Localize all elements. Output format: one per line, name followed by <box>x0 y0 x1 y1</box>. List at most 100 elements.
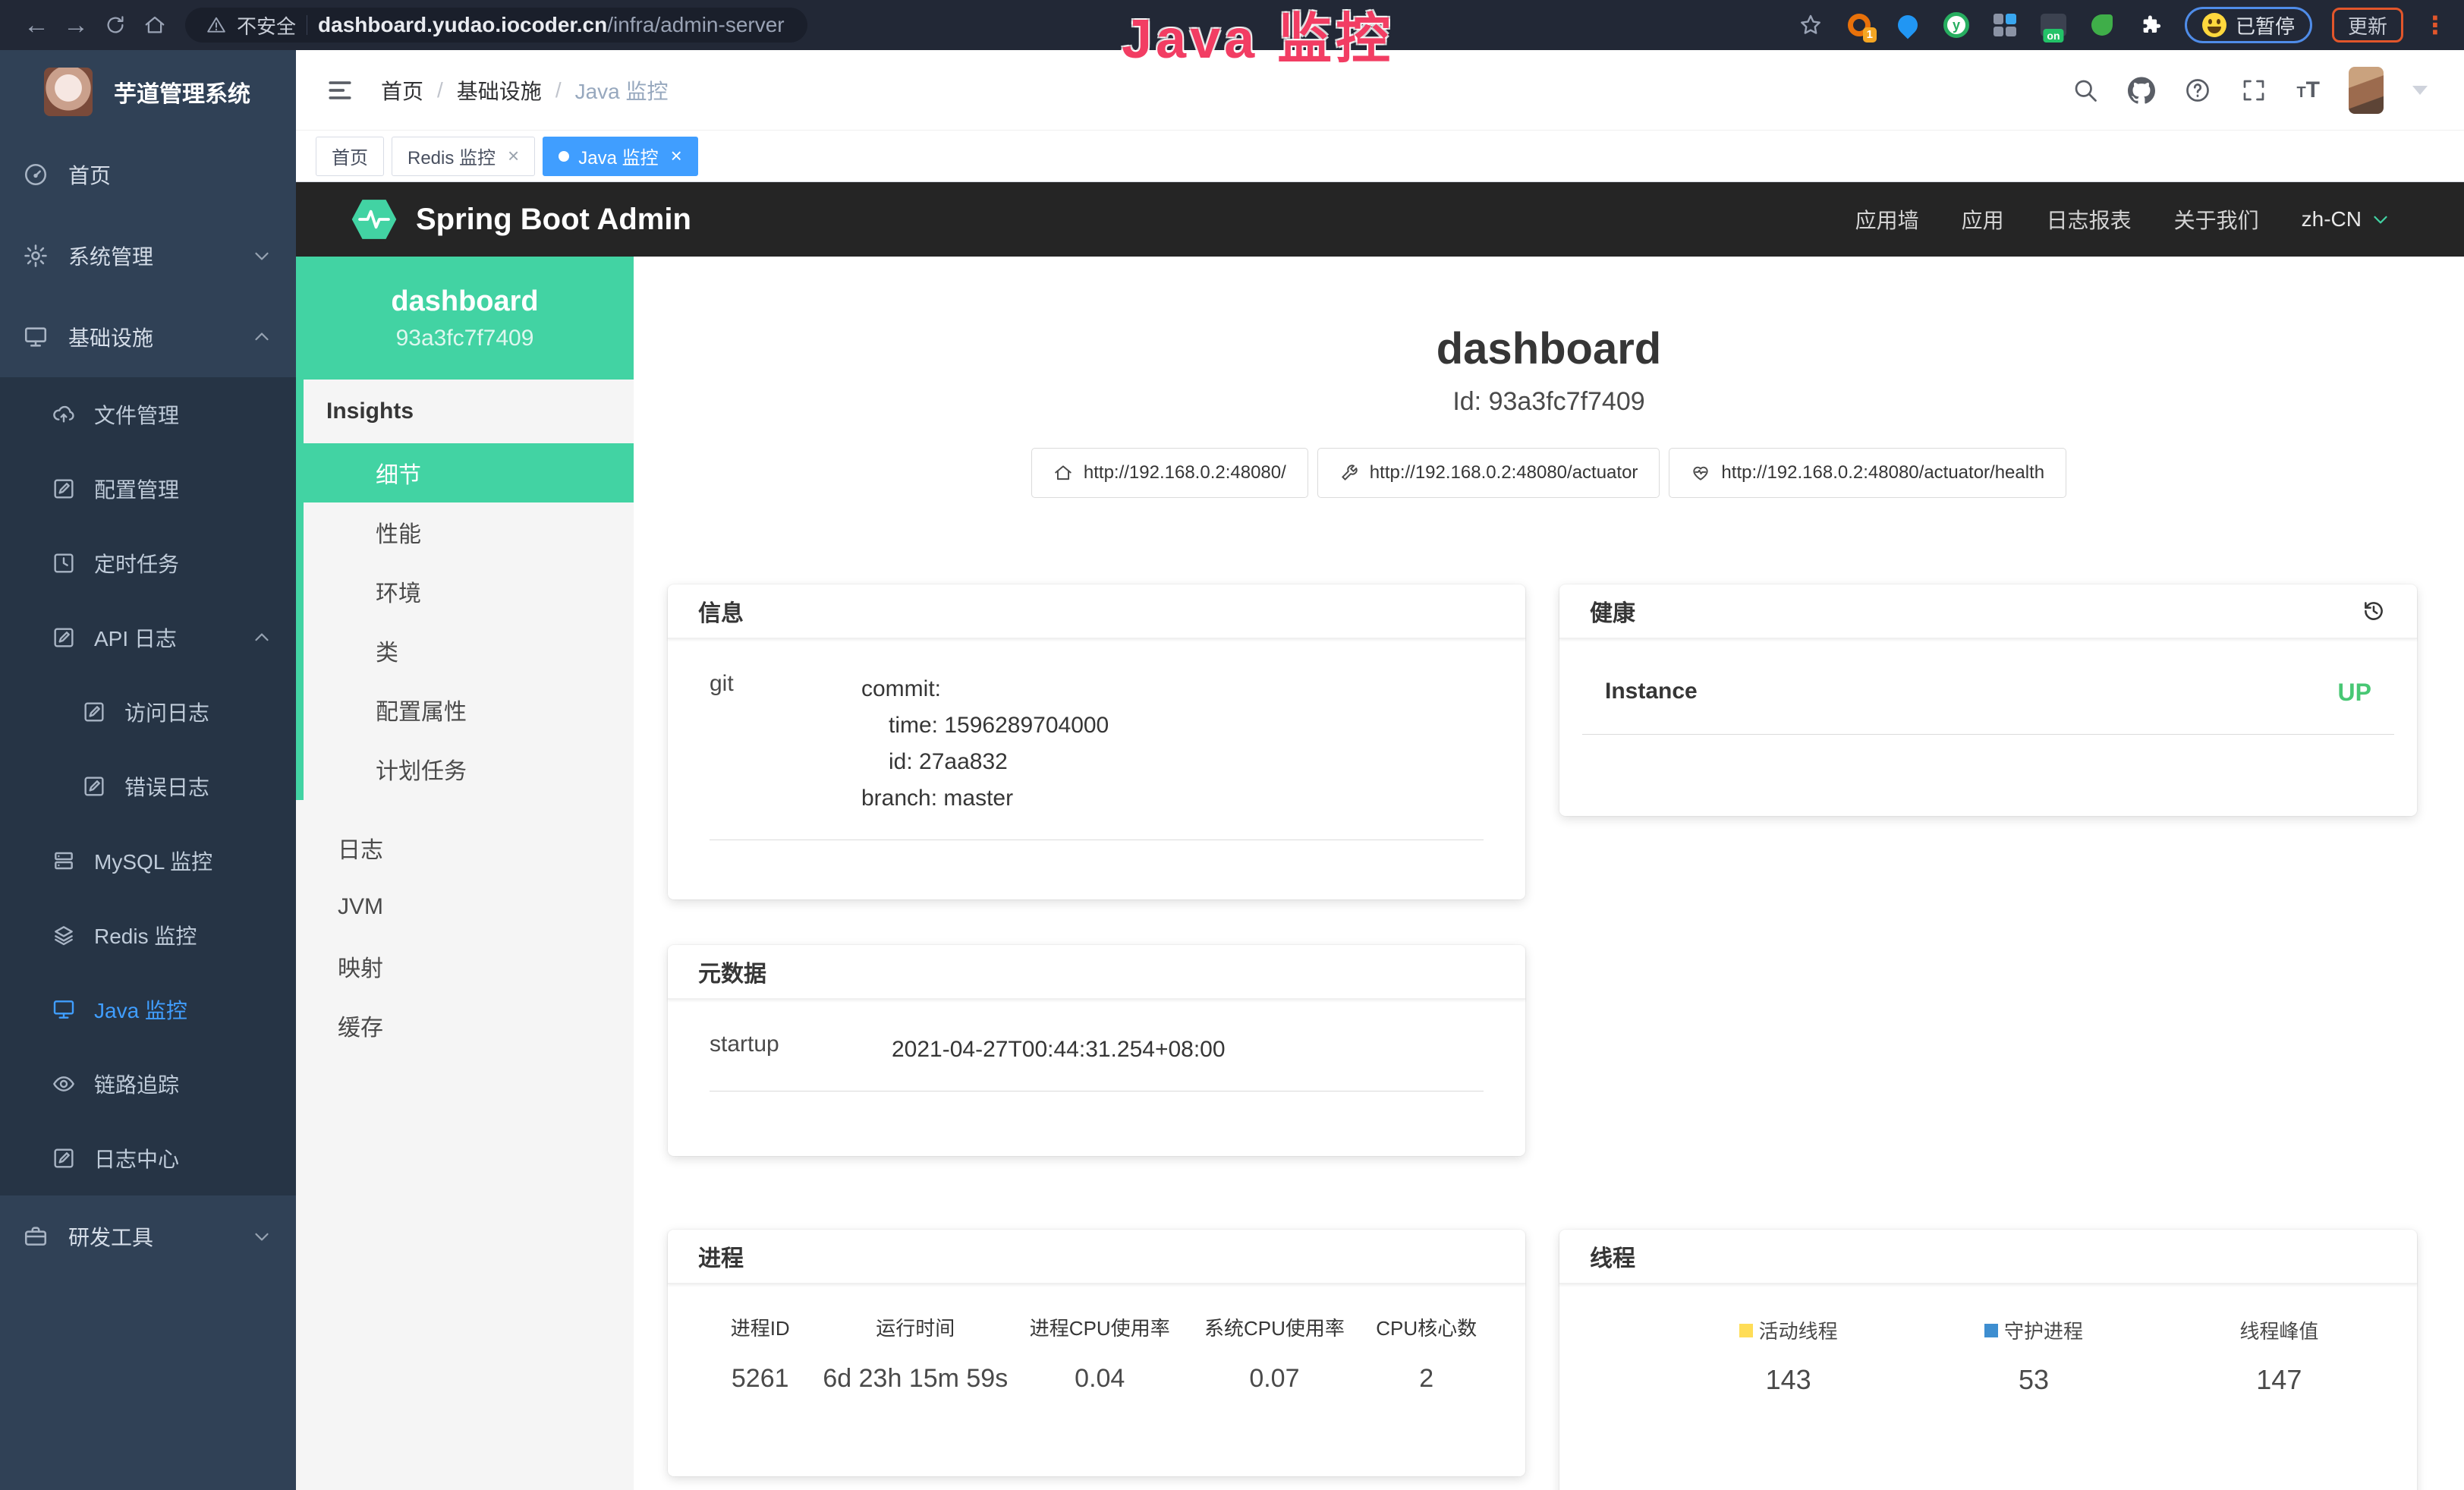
sidebar-item-config-management[interactable]: 配置管理 <box>0 452 296 526</box>
sidebar-item-mysql-monitor[interactable]: MySQL 监控 <box>0 824 296 898</box>
sba-nav-applications[interactable]: 应用 <box>1962 204 2004 235</box>
sba-section-insights: Insights <box>296 380 634 443</box>
sidebar-item-file-management[interactable]: 文件管理 <box>0 377 296 452</box>
sba-item-caches[interactable]: 缓存 <box>296 996 634 1055</box>
browser-reload-button[interactable] <box>96 5 135 45</box>
actuator-url-button[interactable]: http://192.168.0.2:48080/actuator <box>1317 448 1660 498</box>
browser-update-button[interactable]: 更新 <box>2332 8 2403 43</box>
history-icon[interactable] <box>2361 598 2387 624</box>
github-icon[interactable] <box>2128 77 2155 104</box>
browser-forward-button[interactable]: → <box>56 5 96 45</box>
extension-grid-icon[interactable] <box>1990 11 2019 39</box>
browser-back-button[interactable]: ← <box>17 5 56 45</box>
paused-profile-badge[interactable]: 已暂停 <box>2185 7 2312 43</box>
annotation-java-monitor: Java 监控 <box>1122 0 1394 74</box>
sba-item-config-props[interactable]: 配置属性 <box>296 680 634 739</box>
extension-on-switch-icon[interactable]: on <box>2039 11 2068 39</box>
sba-brand-title: Spring Boot Admin <box>416 203 691 237</box>
sba-instance-sidebar: dashboard 93a3fc7f7409 Insights 细节 性能 环境… <box>296 257 634 1490</box>
avatar-caret-down-icon[interactable] <box>2412 86 2428 95</box>
extension-green-y-icon[interactable]: y <box>1942 11 1971 39</box>
sba-locale-select[interactable]: zh-CN <box>2302 207 2392 232</box>
service-url-button[interactable]: http://192.168.0.2:48080/ <box>1031 448 1308 498</box>
extension-leaf-icon[interactable] <box>2088 11 2116 39</box>
edit-icon <box>52 477 76 501</box>
breadcrumb-separator: / <box>555 78 562 102</box>
extensions-puzzle-icon[interactable] <box>2136 11 2165 39</box>
log-edit-icon <box>52 625 76 650</box>
extension-pin-icon[interactable] <box>1893 11 1922 39</box>
sidebar-item-access-logs[interactable]: 访问日志 <box>0 675 296 749</box>
sidebar-item-api-logs[interactable]: API 日志 <box>0 600 296 675</box>
process-card: 进程 进程ID 5261 运行时间 6d 23h 15m 59s 进程CPU使用… <box>668 1230 1525 1476</box>
tab-redis-monitor[interactable]: Redis 监控 × <box>392 137 535 176</box>
sidebar-item-trace[interactable]: 链路追踪 <box>0 1047 296 1121</box>
health-url-button[interactable]: http://192.168.0.2:48080/actuator/health <box>1669 448 2066 498</box>
sba-item-environment[interactable]: 环境 <box>296 562 634 621</box>
sidebar-item-infrastructure[interactable]: 基础设施 <box>0 296 296 377</box>
sba-logo-icon <box>351 198 398 241</box>
tab-close-icon[interactable]: × <box>508 144 519 168</box>
sidebar-item-error-logs[interactable]: 错误日志 <box>0 749 296 824</box>
fullscreen-icon[interactable] <box>2240 77 2267 104</box>
threads-card: 线程 活动线程 143 守护进程 53 线程峰值 147 140 120 100 <box>1559 1230 2417 1490</box>
tab-java-monitor[interactable]: Java 监控 × <box>543 137 698 176</box>
sba-item-scheduled-tasks[interactable]: 计划任务 <box>296 739 634 799</box>
sba-item-jvm[interactable]: JVM <box>296 877 634 937</box>
cloud-upload-icon <box>52 402 76 427</box>
layers-icon <box>52 923 76 947</box>
help-icon[interactable] <box>2184 77 2211 104</box>
sba-nav-about[interactable]: 关于我们 <box>2174 204 2259 235</box>
metric-uptime: 运行时间 6d 23h 15m 59s <box>818 1313 1012 1394</box>
table-row: Instance UP <box>1582 679 2394 735</box>
browser-home-button[interactable] <box>135 5 175 45</box>
screen-icon <box>52 997 76 1022</box>
browser-menu-icon[interactable]: ⋮ <box>2423 11 2447 39</box>
search-icon[interactable] <box>2072 77 2099 104</box>
app-title: 芋道管理系统 <box>114 75 250 109</box>
breadcrumb: 首页 / 基础设施 / Java 监控 <box>381 75 669 106</box>
sba-nav-wallboard[interactable]: 应用墙 <box>1855 204 1919 235</box>
tab-home[interactable]: 首页 <box>316 137 384 176</box>
sba-nav-journal[interactable]: 日志报表 <box>2047 204 2132 235</box>
emoji-face-icon <box>2202 13 2226 37</box>
info-row-label: git <box>710 671 861 817</box>
sba-item-logs[interactable]: 日志 <box>296 818 634 877</box>
sidebar-item-scheduled-tasks[interactable]: 定时任务 <box>0 526 296 600</box>
bookmark-star-icon[interactable] <box>1796 11 1825 39</box>
user-avatar[interactable] <box>2349 67 2384 114</box>
sba-brand[interactable]: Spring Boot Admin <box>351 198 691 241</box>
legend-swatch-yellow <box>1739 1324 1753 1337</box>
sidebar-item-system-management[interactable]: 系统管理 <box>0 215 296 296</box>
instance-name: dashboard <box>391 285 538 318</box>
sidebar-item-log-center[interactable]: 日志中心 <box>0 1121 296 1195</box>
monitor-icon <box>23 324 49 350</box>
paused-label: 已暂停 <box>2236 11 2295 39</box>
sba-item-metrics[interactable]: 性能 <box>296 502 634 562</box>
tab-close-icon[interactable]: × <box>671 144 682 168</box>
screen: ← → 不安全 dashboard.yudao.iocoder.cn/infra… <box>0 0 2464 1490</box>
extension-colorpicker-icon[interactable]: 1 <box>1845 11 1874 39</box>
sidebar-item-dev-tools[interactable]: 研发工具 <box>0 1195 296 1277</box>
instance-header[interactable]: dashboard 93a3fc7f7409 <box>296 257 634 380</box>
font-size-icon[interactable]: TT <box>2296 77 2320 103</box>
gear-icon <box>23 243 49 269</box>
app-logo-row[interactable]: 芋道管理系统 <box>0 50 296 134</box>
sidebar-item-home[interactable]: 首页 <box>0 134 296 215</box>
gauge-icon <box>23 162 49 187</box>
breadcrumb-home[interactable]: 首页 <box>381 75 423 106</box>
sidebar-item-redis-monitor[interactable]: Redis 监控 <box>0 898 296 972</box>
instance-id: 93a3fc7f7409 <box>396 326 534 351</box>
tab-active-dot <box>559 151 569 162</box>
hamburger-icon[interactable] <box>325 77 355 103</box>
sba-item-mappings[interactable]: 映射 <box>296 937 634 996</box>
chevron-down-icon <box>2369 208 2392 231</box>
sba-item-details[interactable]: 细节 <box>296 443 634 502</box>
instance-subtitle: Id: 93a3fc7f7409 <box>634 387 2464 417</box>
sba-item-classes[interactable]: 类 <box>296 621 634 680</box>
address-bar[interactable]: 不安全 dashboard.yudao.iocoder.cn/infra/adm… <box>185 8 807 43</box>
process-card-title: 进程 <box>668 1230 1525 1284</box>
heartbeat-icon <box>1691 463 1710 483</box>
sidebar-item-java-monitor[interactable]: Java 监控 <box>0 972 296 1047</box>
breadcrumb-infrastructure[interactable]: 基础设施 <box>457 75 542 106</box>
